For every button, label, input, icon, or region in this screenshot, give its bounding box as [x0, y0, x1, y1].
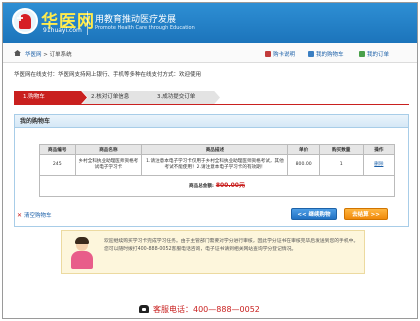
- col-description: 商品描述: [141, 144, 289, 155]
- table-row: 245 乡村全科执业助理医师资格考试电子学习卡 1.请注意本电子学习卡仅用于乡村…: [39, 154, 396, 176]
- tip-box: 欢迎继续购买学习卡完成学习任务。由于主管部门需要对学分进行审核，因此学分证书在审…: [61, 230, 365, 274]
- cart-title: 我的购物车: [15, 115, 408, 128]
- payment-notice: 华医网在线支付：华医网支持网上银行、手机等多种在线支付方式：欢迎使用: [14, 72, 202, 78]
- breadcrumb-current: 订单系统: [49, 52, 72, 58]
- item-id: 245: [39, 154, 76, 176]
- item-quantity[interactable]: 1: [318, 154, 364, 176]
- hotline-label: 客服电话：: [153, 305, 193, 314]
- phone-icon: [139, 305, 149, 313]
- col-price: 单价: [287, 144, 320, 155]
- steps-underline: [14, 104, 409, 105]
- cart-header-row: 商品编号 商品名称 商品描述 单价 购买数量 操作: [39, 144, 396, 155]
- step-1-active: 1.购物车: [14, 91, 87, 104]
- page-frame: 华医网 91huayi.com 用教育推动医疗发展 Promote Health…: [2, 2, 418, 319]
- step-2: 2.核对订单信息: [82, 91, 154, 104]
- my-cart-label: 我的购物车: [316, 52, 344, 58]
- slogan-cn: 用教育推动医疗发展: [95, 15, 177, 25]
- tip-text: 欢迎继续购买学习卡完成学习任务。由于主管部门需要对学分进行审核，因此学分证书在审…: [104, 239, 359, 252]
- delete-item-link[interactable]: 删除: [374, 162, 383, 167]
- col-id: 商品编号: [39, 144, 76, 155]
- hotline: 客服电话：400—888—0052: [153, 304, 260, 315]
- clear-x-icon: ✕: [17, 212, 23, 219]
- item-price: 800.00: [287, 154, 320, 176]
- home-icon[interactable]: [14, 50, 21, 56]
- cart-table: 商品编号 商品名称 商品描述 单价 购买数量 操作 245 乡村全科执业助理医师…: [39, 144, 396, 197]
- item-name: 乡村全科执业助理医师资格考试电子学习卡: [74, 154, 143, 176]
- logo-domain: 91huayi.com: [43, 27, 82, 34]
- col-name: 商品名称: [74, 144, 143, 155]
- card-info-label: 购卡说明: [273, 52, 296, 58]
- hotline-number: 400—888—0052: [193, 305, 260, 314]
- slogan-en: Promote Health Care through Education: [95, 25, 195, 31]
- my-orders-link[interactable]: 我的订单: [359, 50, 389, 58]
- breadcrumb-home-link[interactable]: 华医网: [25, 52, 42, 58]
- card-info-link[interactable]: 购卡说明: [265, 50, 295, 58]
- cart-icon: [308, 51, 314, 57]
- item-description: 1.请注意本电子学习卡仅用于乡村全科执业助理医师资格考试，其他考试不能使用！2.…: [141, 154, 289, 176]
- item-action-cell: 删除: [362, 154, 396, 176]
- checkout-steps: 3.成功提交订单 2.核对订单信息 1.购物车: [14, 91, 409, 104]
- site-header: 华医网 91huayi.com 用教育推动医疗发展 Promote Health…: [3, 3, 417, 43]
- step-3: 3.成功提交订单: [148, 91, 220, 104]
- card-icon: [265, 51, 271, 57]
- my-cart-link[interactable]: 我的购物车: [308, 50, 344, 58]
- clear-cart-link[interactable]: ✕ 清空购物车: [17, 211, 52, 219]
- nav-bar: 华医网 > 订单系统 购卡说明 我的购物车 我的订单: [3, 43, 417, 63]
- header-divider: [87, 11, 88, 35]
- clear-cart-label: 清空购物车: [24, 213, 52, 219]
- breadcrumb: 华医网 > 订单系统: [25, 50, 72, 58]
- logo-emblem-icon[interactable]: [12, 8, 38, 34]
- col-quantity: 购买数量: [318, 144, 364, 155]
- col-action: 操作: [362, 144, 396, 155]
- my-orders-label: 我的订单: [367, 52, 390, 58]
- total-row: 商品总金额: 800.00元: [39, 175, 395, 197]
- order-icon: [359, 51, 365, 57]
- continue-shopping-button[interactable]: << 继续购物: [291, 208, 337, 220]
- total-cell: 商品总金额: 800.00元: [39, 175, 395, 197]
- customer-service-avatar-icon: [69, 237, 95, 269]
- breadcrumb-separator: >: [41, 52, 50, 58]
- total-label: 商品总金额:: [189, 183, 214, 189]
- total-value: 800.00元: [215, 181, 245, 189]
- checkout-button[interactable]: 去结算 >>: [344, 208, 388, 220]
